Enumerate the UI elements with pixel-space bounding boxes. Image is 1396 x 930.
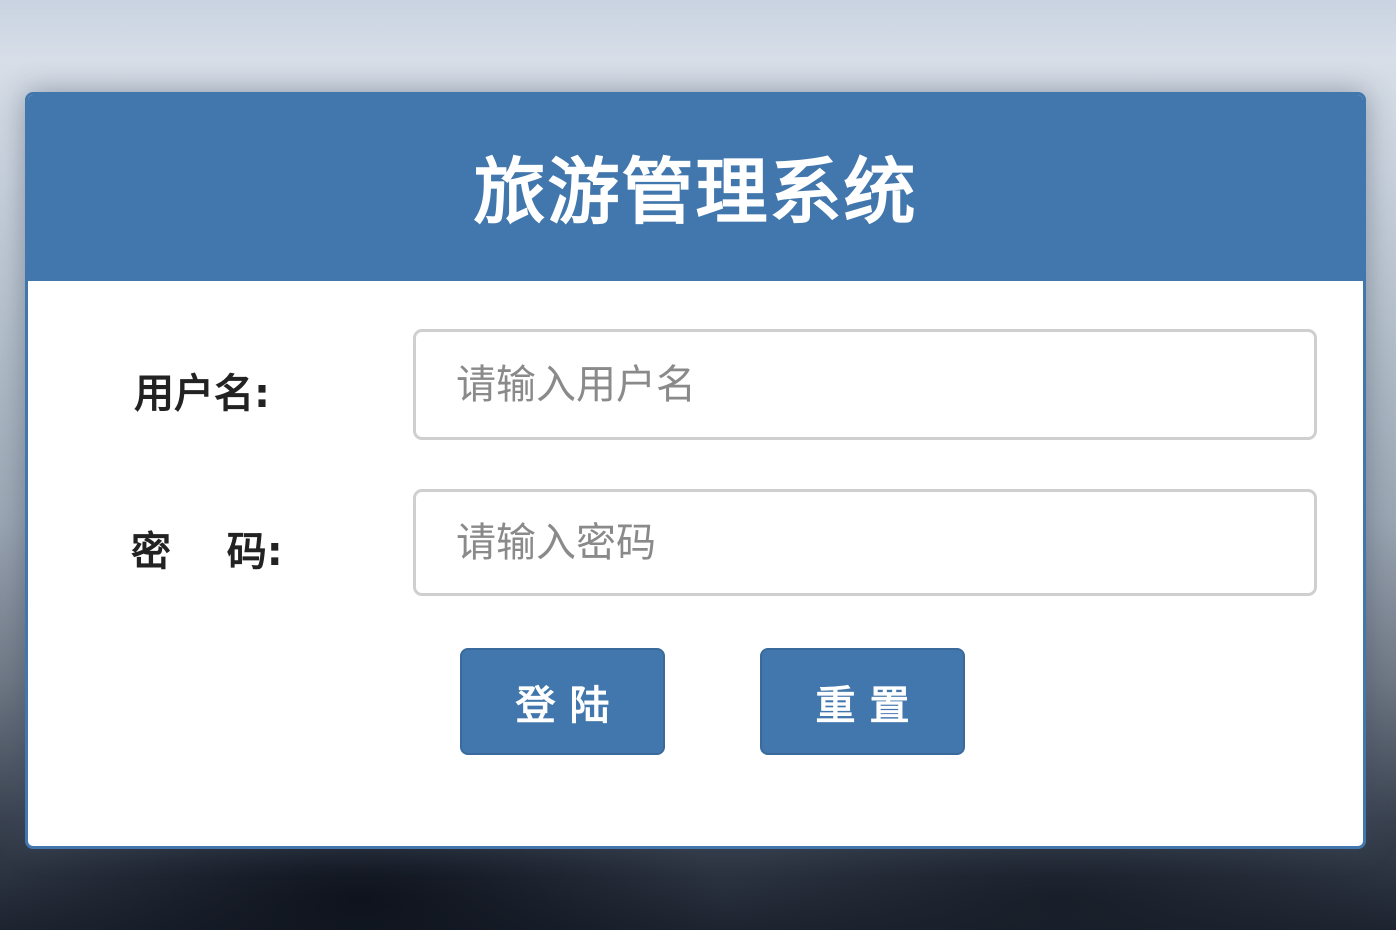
system-title: 旅游管理系统 xyxy=(473,149,918,234)
login-panel: 旅游管理系统 用户名: 密 码: 登 陆 重 置 xyxy=(25,92,1366,849)
password-input[interactable] xyxy=(413,489,1317,596)
login-button[interactable]: 登 陆 xyxy=(460,648,665,755)
username-input[interactable] xyxy=(413,329,1317,440)
password-label: 密 码: xyxy=(131,529,283,575)
login-header: 旅游管理系统 xyxy=(28,95,1363,281)
reset-button[interactable]: 重 置 xyxy=(760,648,965,755)
username-label: 用户名: xyxy=(134,371,270,417)
